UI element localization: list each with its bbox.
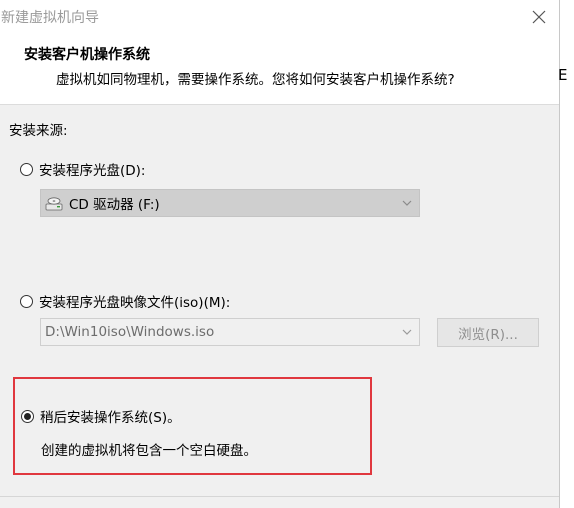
iso-path-value: D:\Win10iso\Windows.iso [45,324,215,340]
close-button[interactable] [522,4,556,30]
cd-drive-select[interactable]: CD 驱动器 (F:) [40,189,420,217]
new-vm-wizard-window: 新建虚拟机向导 安装客户机操作系统 虚拟机如同物理机，需要操作系统。您将如何安装… [0,0,559,508]
install-later-radio[interactable] [21,409,34,423]
chevron-down-icon [402,200,412,206]
install-later-label: 稍后安装操作系统(S)。 [40,410,181,426]
browse-button[interactable]: 浏览(R)... [437,318,539,347]
cd-drive-value: CD 驱动器 (F:) [69,197,160,213]
install-later-description: 创建的虚拟机将包含一个空白硬盘。 [41,443,257,459]
iso-option-label: 安装程序光盘映像文件(iso)(M): [39,295,231,311]
disc-option-label: 安装程序光盘(D): [39,163,146,179]
page-subtitle: 虚拟机如同物理机，需要操作系统。您将如何安装客户机操作系统? [56,72,455,88]
highlight-annotation [13,377,372,475]
disc-radio[interactable] [20,162,33,176]
background-window-text: E [558,66,568,84]
disc-option[interactable]: 安装程序光盘(D): [20,159,145,179]
divider [0,496,559,497]
page-title: 安装客户机操作系统 [24,47,150,63]
install-later-option[interactable]: 稍后安装操作系统(S)。 [21,406,181,426]
close-icon [532,10,546,24]
iso-radio[interactable] [20,294,33,308]
window-title: 新建虚拟机向导 [1,10,99,26]
chevron-down-icon [402,329,412,335]
install-source-label: 安装来源: [9,123,68,139]
title-bar: 新建虚拟机向导 [0,0,559,34]
wizard-header: 安装客户机操作系统 虚拟机如同物理机，需要操作系统。您将如何安装客户机操作系统? [0,34,559,105]
iso-path-combobox[interactable]: D:\Win10iso\Windows.iso [40,318,420,346]
cd-drive-icon [45,197,63,211]
iso-option[interactable]: 安装程序光盘映像文件(iso)(M): [20,291,230,311]
